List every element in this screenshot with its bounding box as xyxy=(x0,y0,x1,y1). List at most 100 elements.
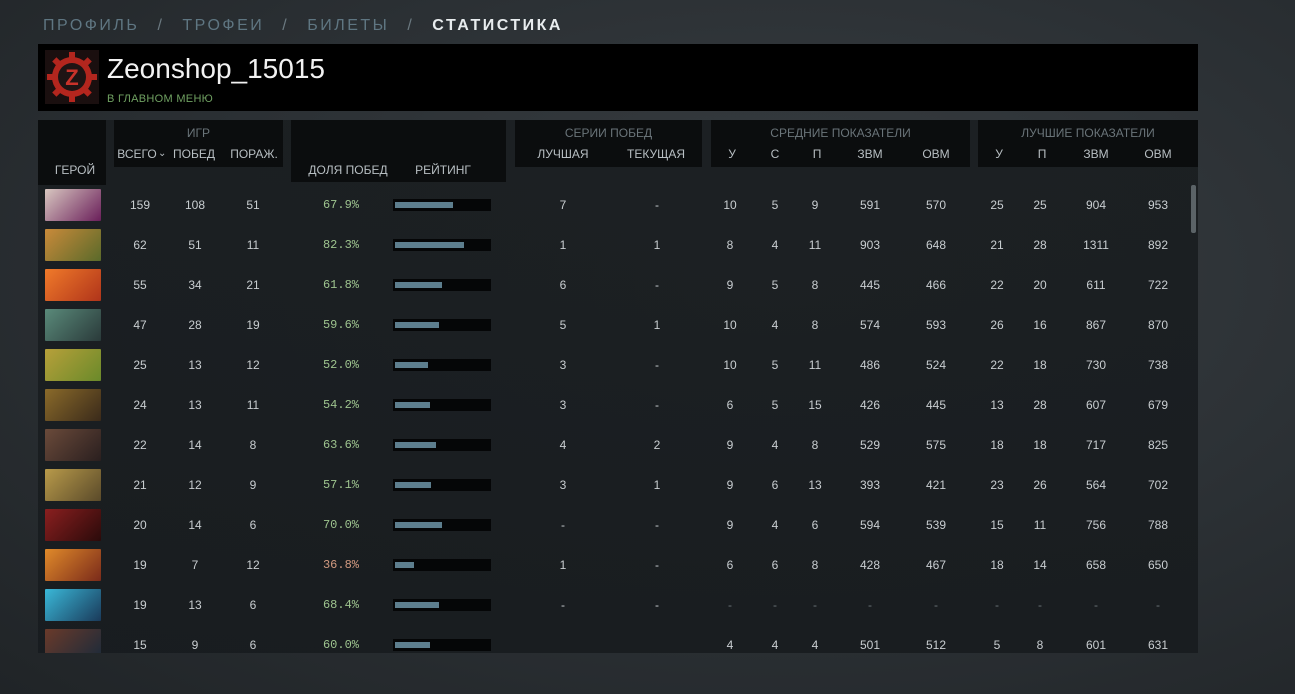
cell-xpm: 524 xyxy=(925,358,947,372)
cell-bgpm: 867 xyxy=(1085,318,1107,332)
table-row[interactable]: 24 13 11 3 - 6 5 15 426 445 13 28 607 679 54.2% xyxy=(38,385,1188,425)
cell-best xyxy=(541,625,585,653)
cell-gpm: 445 xyxy=(859,278,881,292)
cell-bk: 22 xyxy=(990,278,1004,292)
cell-total: 20 xyxy=(133,518,147,532)
cell-bgpm: 730 xyxy=(1085,358,1107,372)
table-row[interactable]: 21 12 9 3 1 9 6 13 393 421 23 26 564 702 57.1% xyxy=(38,465,1188,505)
rating-bar-fill xyxy=(395,282,442,288)
cell-current xyxy=(635,625,679,653)
hero-portrait[interactable] xyxy=(45,629,101,653)
cell-ba: 16 xyxy=(1033,318,1047,332)
cell-xpm: 575 xyxy=(925,438,947,452)
chevron-down-icon[interactable]: ⌄ xyxy=(158,148,166,159)
header-avg-gpm[interactable]: ЗВМ xyxy=(850,147,890,161)
cell-winrate: 54.2% xyxy=(322,398,359,412)
cell-ba: 28 xyxy=(1033,398,1047,412)
cell-ba: 20 xyxy=(1033,278,1047,292)
table-row[interactable]: 20 14 6 - - 9 4 6 594 539 15 11 756 788 70.0% xyxy=(38,505,1188,545)
header-best-assists[interactable]: П xyxy=(1030,147,1054,161)
cell-losses: 8 xyxy=(249,438,257,452)
table-row[interactable]: 22 14 8 4 2 9 4 8 529 575 18 18 717 825 63.6% xyxy=(38,425,1188,465)
cell-gpm: 426 xyxy=(859,398,881,412)
nav-tab-statistics[interactable]: СТАТИСТИКА xyxy=(432,17,563,35)
player-avatar[interactable]: Z xyxy=(45,50,99,104)
header-losses[interactable]: ПОРАЖ. xyxy=(227,147,281,161)
header-best-xpm[interactable]: ОВМ xyxy=(1138,147,1178,161)
hero-portrait[interactable] xyxy=(45,229,101,261)
rating-bar xyxy=(393,439,491,451)
cell-best: 7 xyxy=(559,198,567,212)
cell-winrate: 59.6% xyxy=(322,318,359,332)
nav-tab-trophies[interactable]: ТРОФЕИ xyxy=(182,17,264,35)
cell-d: 6 xyxy=(771,558,779,572)
header-avg-deaths[interactable]: С xyxy=(763,147,787,161)
cell-bxpm: 788 xyxy=(1147,518,1169,532)
header-current-streak[interactable]: ТЕКУЩАЯ xyxy=(618,147,694,161)
cell-winrate: 70.0% xyxy=(322,518,359,532)
cell-bxpm: 650 xyxy=(1147,558,1169,572)
player-name[interactable]: Zeonshop_15015 xyxy=(107,53,325,85)
hero-portrait[interactable] xyxy=(45,269,101,301)
header-hero[interactable]: ГЕРОЙ xyxy=(48,163,102,177)
header-total[interactable]: ВСЕГО xyxy=(116,147,158,161)
header-avg-kills[interactable]: У xyxy=(720,147,744,161)
table-row[interactable]: 19 7 12 1 - 6 6 8 428 467 18 14 658 650 36.8% xyxy=(38,545,1188,585)
header-best-streak[interactable]: ЛУЧШАЯ xyxy=(525,147,601,161)
cell-bgpm: 1311 xyxy=(1083,238,1109,252)
cell-bxpm: - xyxy=(1156,598,1160,612)
hero-portrait[interactable] xyxy=(45,309,101,341)
table-row[interactable]: 55 34 21 6 - 9 5 8 445 466 22 20 611 722 61.8% xyxy=(38,265,1188,305)
cell-winrate: 57.1% xyxy=(322,478,359,492)
cell-k: 9 xyxy=(726,478,734,492)
cell-bk: 23 xyxy=(990,478,1004,492)
hero-portrait[interactable] xyxy=(45,589,101,621)
scrollbar-thumb[interactable] xyxy=(1191,185,1196,233)
table-row[interactable]: 159 108 51 7 - 10 5 9 591 570 25 25 904 953 67.9% xyxy=(38,185,1188,225)
hero-portrait[interactable] xyxy=(45,349,101,381)
cell-losses: 6 xyxy=(249,638,257,652)
rating-bar xyxy=(393,319,491,331)
hero-portrait[interactable] xyxy=(45,549,101,581)
hero-portrait[interactable] xyxy=(45,189,101,221)
cell-gpm: 393 xyxy=(859,478,881,492)
cell-best: 3 xyxy=(559,358,567,372)
table-row[interactable]: 19 13 6 - - - - - - - - - - - 68.4% xyxy=(38,585,1188,625)
header-best-kills[interactable]: У xyxy=(987,147,1011,161)
header-rating[interactable]: РЕЙТИНГ xyxy=(403,163,483,177)
cell-wins: 7 xyxy=(191,558,199,572)
rating-bar xyxy=(393,279,491,291)
hero-portrait[interactable] xyxy=(45,469,101,501)
header-wins[interactable]: ПОБЕД xyxy=(172,147,216,161)
cell-current: - xyxy=(655,518,659,532)
cell-gpm: 529 xyxy=(859,438,881,452)
cell-d: 4 xyxy=(771,438,779,452)
table-row[interactable]: 62 51 11 1 1 8 4 11 903 648 21 28 1311 892 82.3% xyxy=(38,225,1188,265)
cell-d: 6 xyxy=(771,478,779,492)
cell-k: 10 xyxy=(723,318,737,332)
cell-a: 4 xyxy=(811,638,819,652)
cell-k: 4 xyxy=(726,638,734,652)
cell-best: 4 xyxy=(559,438,567,452)
hero-portrait[interactable] xyxy=(45,429,101,461)
rating-bar-fill xyxy=(395,242,464,248)
hero-portrait[interactable] xyxy=(45,389,101,421)
hero-portrait[interactable] xyxy=(45,509,101,541)
nav-tab-profile[interactable]: ПРОФИЛЬ xyxy=(43,17,139,35)
cell-wins: 14 xyxy=(188,438,202,452)
cell-d: - xyxy=(773,598,777,612)
nav-separator: / xyxy=(407,17,415,34)
cell-wins: 51 xyxy=(188,238,202,252)
table-row[interactable]: 47 28 19 5 1 10 4 8 574 593 26 16 867 870 59.6% xyxy=(38,305,1188,345)
rating-bar xyxy=(393,599,491,611)
cell-bgpm: 611 xyxy=(1086,278,1106,292)
cell-xpm: 570 xyxy=(925,198,947,212)
header-avg-xpm[interactable]: ОВМ xyxy=(916,147,956,161)
cell-d: 5 xyxy=(771,278,779,292)
nav-tab-tickets[interactable]: БИЛЕТЫ xyxy=(307,17,389,35)
table-row[interactable]: 15 9 6 4 4 4 501 512 5 8 601 631 60.0% xyxy=(38,625,1188,653)
header-best-gpm[interactable]: ЗВМ xyxy=(1076,147,1116,161)
header-winrate[interactable]: ДОЛЯ ПОБЕД xyxy=(306,163,390,177)
table-row[interactable]: 25 13 12 3 - 10 5 11 486 524 22 18 730 738 52.0% xyxy=(38,345,1188,385)
header-avg-assists[interactable]: П xyxy=(805,147,829,161)
